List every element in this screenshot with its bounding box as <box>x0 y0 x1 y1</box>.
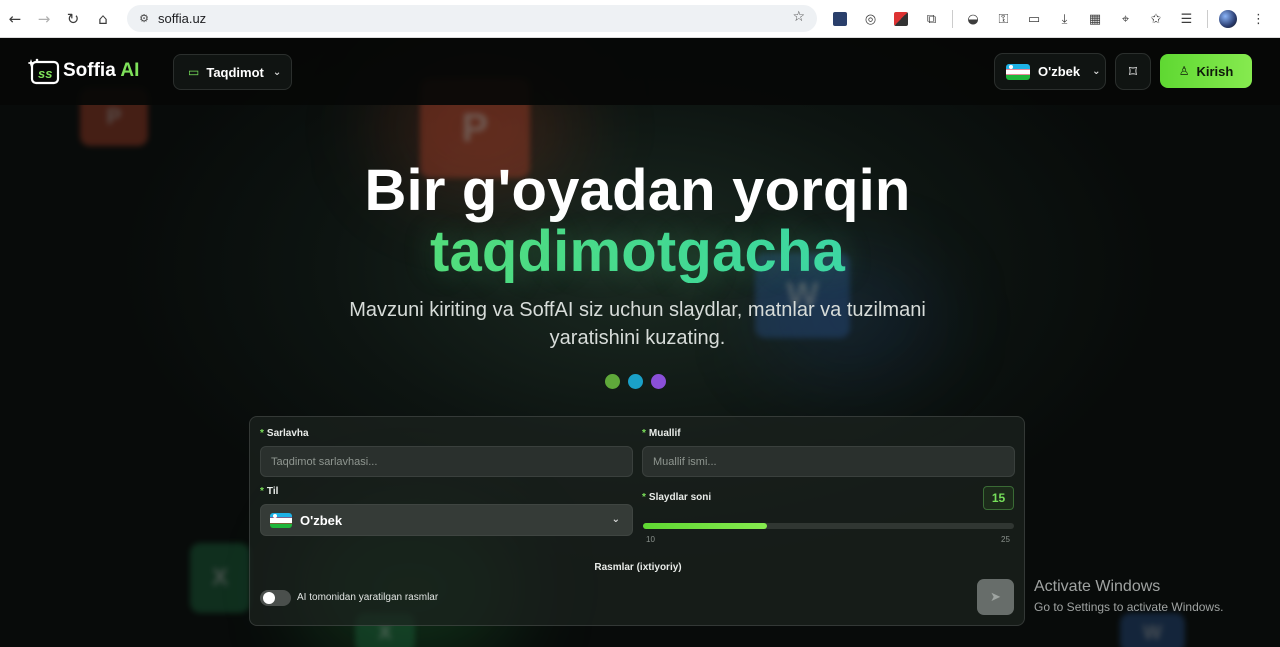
login-label: Kirish <box>1196 63 1234 79</box>
hero-subtitle: Mavzuni kiriting va SoffAI siz uchun sla… <box>349 299 926 349</box>
language-select-value: O'zbek <box>300 512 343 528</box>
slides-count-badge: 15 <box>983 486 1014 510</box>
puzzle-icon[interactable]: ⧉ <box>920 7 944 31</box>
bookmark-star-icon[interactable]: ☆ <box>792 9 805 25</box>
hero-title-line2: taqdimotgacha <box>0 221 1275 283</box>
excel-decor-icon: X <box>190 543 250 613</box>
chevron-down-icon: ⌄ <box>611 514 620 525</box>
windows-activation-watermark: Activate Windows Go to Settings to activ… <box>1034 578 1223 614</box>
hero-title-line1: Bir g'oyadan yorqin <box>364 158 911 223</box>
word-decor-icon: W <box>1120 613 1185 647</box>
slider-min-label: 10 <box>646 535 655 544</box>
language-field-label: * Til <box>260 486 279 497</box>
submit-button[interactable]: ➤ <box>977 579 1014 615</box>
language-dropdown[interactable]: O'zbek ⌄ <box>994 53 1106 90</box>
step-dot <box>628 374 643 389</box>
presentation-icon: ▭ <box>188 65 200 79</box>
user-icon: ♙ <box>1178 64 1190 78</box>
page: P P W X X W ss Soffia AI ▭ Taqdimot ⌄ O'… <box>0 38 1280 647</box>
logo-accent: AI <box>120 60 140 81</box>
title-placeholder: Taqdimot sarlavhasi... <box>271 455 378 468</box>
logo[interactable]: ss Soffia AI <box>27 57 139 85</box>
pricing-tag-button[interactable]: ⌑ <box>1115 53 1151 90</box>
hero-title: Bir g'oyadan yorqin taqdimotgacha <box>0 160 1275 283</box>
key-icon[interactable]: ⚿ <box>992 7 1016 31</box>
toolbar-divider <box>1207 10 1208 28</box>
step-dot <box>651 374 666 389</box>
title-label-text: Sarlavha <box>266 428 309 439</box>
toolbar-divider <box>952 10 953 28</box>
step-dot <box>605 374 620 389</box>
card-icon[interactable]: ▭ <box>1022 7 1046 31</box>
favorites-icon[interactable]: ✩ <box>1144 7 1168 31</box>
extension-icon[interactable] <box>828 7 852 31</box>
top-navigation: ss Soffia AI ▭ Taqdimot ⌄ O'zbek ⌄ ⌑ ♙ K… <box>0 38 1280 105</box>
slides-slider[interactable] <box>643 523 1014 529</box>
tag-icon: ⌑ <box>1128 62 1138 81</box>
slider-max-label: 25 <box>1001 535 1010 544</box>
language-label: O'zbek <box>1038 64 1081 79</box>
site-info-icon[interactable]: ⚙ <box>137 12 151 26</box>
forward-icon[interactable]: → <box>29 4 59 34</box>
author-label-text: Muallif <box>648 428 681 439</box>
back-icon[interactable]: ← <box>0 4 30 34</box>
incognito-icon[interactable]: ◒ <box>961 7 985 31</box>
download-icon[interactable]: ⤓ <box>1053 7 1077 31</box>
slides-field-label: * Slaydlar soni <box>642 492 712 503</box>
author-input[interactable]: Muallif ismi... <box>642 446 1015 477</box>
watermark-title: Activate Windows <box>1034 578 1161 595</box>
menu-icon[interactable]: ⋮ <box>1247 7 1271 31</box>
qr-icon[interactable]: ▦ <box>1083 7 1107 31</box>
extension-icon[interactable]: ◎ <box>859 7 883 31</box>
url-text[interactable]: soffia.uz <box>158 11 206 26</box>
presentation-form: * Sarlavha Taqdimot sarlavhasi... * Mualli… <box>249 416 1025 626</box>
chevron-down-icon: ⌄ <box>1092 66 1101 77</box>
ai-images-toggle[interactable] <box>260 590 291 606</box>
presentation-label: Taqdimot <box>206 64 264 80</box>
images-section-label: Rasmlar (ixtiyoriy) <box>594 562 682 573</box>
profile-avatar[interactable] <box>1216 7 1240 31</box>
title-input[interactable]: Taqdimot sarlavhasi... <box>260 446 633 477</box>
presentation-dropdown[interactable]: ▭ Taqdimot ⌄ <box>173 54 292 90</box>
logo-icon: ss <box>27 57 60 85</box>
uzbekistan-flag-icon <box>270 512 292 528</box>
watermark-subtitle: Go to Settings to activate Windows. <box>1034 600 1224 614</box>
send-icon: ➤ <box>990 589 1001 605</box>
slides-label-text: Slaydlar soni <box>648 492 712 503</box>
address-bar[interactable]: ⚙ soffia.uz ☆ <box>127 5 817 32</box>
title-field-label: * Sarlavha <box>260 428 309 439</box>
slides-slider-fill <box>643 523 767 529</box>
home-icon[interactable]: ⌂ <box>88 4 118 34</box>
reload-icon[interactable]: ↻ <box>58 4 88 34</box>
svg-text:ss: ss <box>38 66 52 81</box>
language-select[interactable]: O'zbek ⌄ <box>260 504 633 536</box>
logo-text: Soffia AI <box>63 60 139 82</box>
step-indicator <box>605 374 674 389</box>
location-icon[interactable]: ⌖ <box>1114 7 1138 31</box>
author-field-label: * Muallif <box>642 428 681 439</box>
reading-list-icon[interactable]: ☰ <box>1175 7 1199 31</box>
language-label-text: Til <box>266 486 279 497</box>
extension-icon[interactable] <box>889 7 913 31</box>
author-placeholder: Muallif ismi... <box>653 455 717 468</box>
ai-images-label: AI tomonidan yaratilgan rasmlar <box>297 592 439 603</box>
logo-name: Soffia <box>63 60 116 81</box>
uzbekistan-flag-icon <box>1006 63 1030 80</box>
extensions-bar: ◎ ⧉ ◒ ⚿ ▭ ⤓ ▦ ⌖ ✩ ☰ ⋮ <box>828 7 1277 31</box>
browser-toolbar: ← → ↻ ⌂ ⚙ soffia.uz ☆ ◎ ⧉ ◒ ⚿ ▭ ⤓ ▦ ⌖ ✩ … <box>0 0 1280 38</box>
login-button[interactable]: ♙ Kirish <box>1160 54 1252 88</box>
chevron-down-icon: ⌄ <box>272 66 282 78</box>
